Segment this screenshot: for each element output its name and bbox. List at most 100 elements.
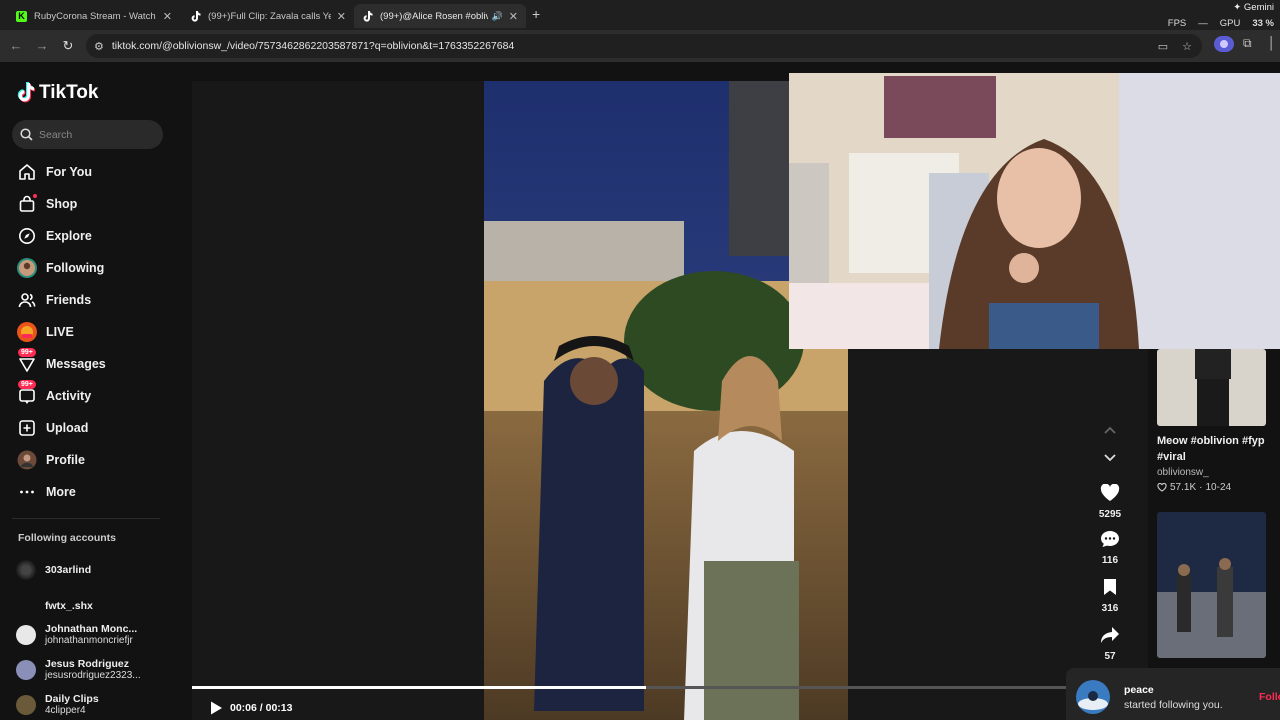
account-item[interactable]: Daily Clips 4clipper4 [16, 694, 99, 716]
toast-message: started following you. [1124, 699, 1223, 711]
account-item[interactable]: 303arlind [16, 560, 91, 580]
gpu-value: 33 % [1252, 18, 1274, 29]
like-count: 5295 [1098, 509, 1122, 520]
activity-badge: 99+ [18, 380, 36, 389]
search-placeholder: Search [39, 128, 73, 141]
related-video-title[interactable]: Meow #oblivion #fyp #viral [1157, 433, 1272, 465]
nav-more[interactable]: More [16, 478, 76, 506]
avatar [16, 596, 36, 616]
comment-button[interactable]: 116 [1094, 530, 1126, 566]
extension-icon[interactable] [1214, 36, 1234, 55]
like-button[interactable]: 5295 [1094, 483, 1126, 520]
back-icon[interactable]: ← [3, 38, 29, 53]
avatar [16, 660, 36, 680]
close-icon[interactable]: ✕ [509, 10, 518, 23]
bookmark-star-icon[interactable]: ☆ [1182, 40, 1192, 53]
video-progress-fill [192, 686, 647, 689]
account-handle: johnathanmoncriefjr [45, 635, 133, 646]
live-icon [16, 321, 38, 343]
account-name: fwtx_.shx [45, 599, 93, 612]
nav-for-you[interactable]: For You [16, 158, 92, 186]
reload-icon[interactable]: ↻ [55, 38, 81, 54]
nav-label: More [46, 485, 76, 499]
search-input[interactable]: Search [12, 120, 163, 149]
account-name: 303arlind [45, 563, 92, 576]
tab-alice-rosen[interactable]: (99+)@Alice Rosen #oblivio 🔊 ✕ [354, 4, 526, 28]
nav-label: Profile [46, 453, 85, 467]
comment-icon [1101, 531, 1119, 547]
avatar [16, 625, 36, 645]
tab-title: (99+)@Alice Rosen #oblivio [380, 10, 488, 22]
related-thumbnail-2[interactable] [1157, 512, 1266, 658]
comment-count: 116 [1101, 555, 1119, 566]
nav-following[interactable]: Following [16, 254, 104, 282]
tiktok-sidebar: TikTok Search For You Shop Explore Follo… [0, 62, 192, 720]
tiktok-logo[interactable]: TikTok [16, 82, 98, 104]
play-icon[interactable] [208, 700, 224, 716]
account-item[interactable]: Jesus Rodriguez jesusrodriguez2323... [16, 659, 141, 681]
site-settings-icon[interactable]: ⚙ [94, 40, 104, 53]
heart-icon [1100, 483, 1120, 501]
nav-label: LIVE [46, 325, 74, 339]
heart-outline-icon [1157, 483, 1167, 492]
shop-icon [16, 193, 38, 215]
following-accounts-title: Following accounts [18, 532, 117, 544]
kick-icon: K [16, 10, 27, 22]
close-icon[interactable]: ✕ [163, 10, 172, 23]
share-icon [1101, 627, 1119, 643]
new-tab-button[interactable]: + [532, 6, 540, 22]
chevron-up-icon[interactable] [1101, 423, 1119, 437]
share-count: 57 [1104, 651, 1116, 662]
forward-icon[interactable]: → [29, 38, 55, 53]
tab-rubycorona[interactable]: K RubyCorona Stream - Watch Li ✕ [8, 4, 180, 28]
account-item[interactable]: fwtx_.shx [16, 596, 93, 616]
sidebar-divider [12, 518, 160, 519]
nav-friends[interactable]: Friends [16, 286, 91, 314]
video-progress-bar[interactable] [192, 686, 1066, 689]
related-video-user[interactable]: oblivionsw_ [1157, 467, 1209, 478]
tiktok-note-icon [17, 82, 35, 103]
related-video-stats: 57.1K · 10-24 [1157, 482, 1231, 493]
account-name: Johnathan Monc... [45, 623, 138, 635]
nav-live[interactable]: LIVE [16, 318, 74, 346]
gemini-label: Gemini [1243, 2, 1274, 13]
cast-icon[interactable]: ▭ [1158, 40, 1168, 53]
nav-shop[interactable]: Shop [16, 190, 77, 218]
profile-menu-icon[interactable]: │ [1268, 36, 1276, 50]
speaker-icon[interactable]: 🔊 [492, 11, 503, 22]
following-avatar-icon [16, 257, 38, 279]
nav-messages[interactable]: 99+ Messages [16, 348, 106, 378]
url-bar[interactable]: ⚙ tiktok.com/@oblivionsw_/video/75734628… [86, 34, 1202, 58]
puzzle-icon[interactable]: ⧉ [1243, 36, 1252, 51]
nav-activity[interactable]: 99+ Activity [16, 380, 92, 410]
related-views: 57.1K [1170, 482, 1197, 493]
related-thumbnail-1[interactable] [1157, 349, 1266, 426]
close-icon[interactable]: ✕ [337, 10, 346, 23]
tab-full-clip[interactable]: (99+)Full Clip: Zavala calls Yera ✕ [182, 4, 354, 28]
nav-explore[interactable]: Explore [16, 222, 92, 250]
nav-profile[interactable]: Profile [16, 446, 85, 474]
nav-label: Shop [46, 197, 78, 211]
gemini-button[interactable]: ✦ Gemini [1233, 2, 1274, 13]
brand-name: TikTok [39, 82, 99, 103]
url-text: tiktok.com/@oblivionsw_/video/7573462862… [111, 40, 515, 52]
minimize-icon[interactable]: — [1198, 18, 1208, 29]
account-item[interactable]: Johnathan Monc... johnathanmoncriefjr [16, 624, 137, 646]
video-time: 00:06 / 00:13 [230, 702, 293, 714]
webcam-overlay [789, 73, 1280, 349]
tiktok-icon [362, 10, 373, 22]
upload-icon [16, 417, 38, 439]
notification-toast[interactable]: peace started following you. Follo [1066, 668, 1280, 720]
account-handle: jesusrodriguez2323... [45, 670, 141, 681]
toast-avatar [1076, 680, 1110, 714]
share-button[interactable]: 57 [1094, 626, 1126, 662]
nav-label: Explore [46, 229, 92, 243]
account-name: Daily Clips [45, 693, 99, 705]
nav-label: Activity [46, 389, 92, 403]
follow-back-button[interactable]: Follo [1259, 691, 1280, 703]
nav-upload[interactable]: Upload [16, 414, 88, 442]
chevron-down-icon[interactable] [1101, 451, 1119, 465]
save-button[interactable]: 316 [1094, 578, 1126, 614]
more-icon [16, 481, 38, 503]
save-count: 316 [1101, 603, 1119, 614]
